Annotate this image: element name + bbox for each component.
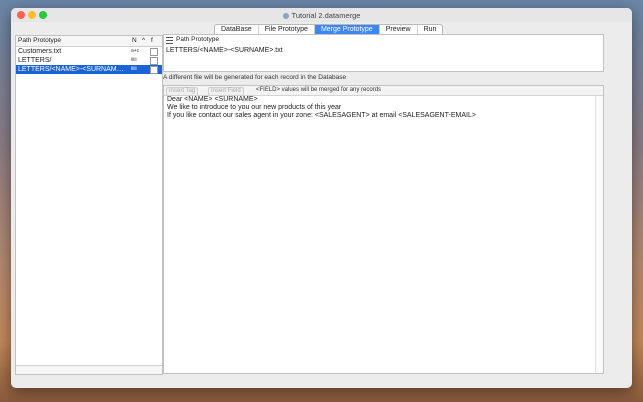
list-item-name: LETTERS/ <box>18 57 52 64</box>
editor-toolbar: Insert Tag Insert Field <FIELD> values w… <box>164 86 603 96</box>
editor-line[interactable]: We like to introduce to you our new prod… <box>164 104 603 112</box>
file-icon <box>150 48 158 56</box>
editor-scrollbar[interactable] <box>595 96 603 373</box>
list-icon[interactable] <box>166 37 173 44</box>
path-prototype-field[interactable]: Path Prototype LETTERS/<NAME>-<SURNAME>.… <box>163 34 604 72</box>
window-title-text: Tutorial 2.datamerge <box>291 11 361 20</box>
column-n-header[interactable]: N <box>132 37 137 44</box>
file-icon <box>150 66 158 74</box>
list-item-name: Customers.txt <box>18 48 62 55</box>
list-item[interactable]: Customers.txt a+c <box>16 47 162 56</box>
insert-field-popup[interactable]: Insert Field <box>208 87 244 96</box>
editor-line[interactable]: Dear <NAME> <SURNAME> <box>164 96 603 104</box>
list-item-n: a+c <box>131 48 140 54</box>
insert-tag-popup[interactable]: Insert Tag <box>166 87 199 96</box>
window-title: Tutorial 2.datamerge <box>11 11 632 20</box>
path-prototype-label: Path Prototype <box>176 36 219 43</box>
column-path-header[interactable]: Path Prototype <box>18 37 61 44</box>
editor-line[interactable]: If you like contact our sales agent in y… <box>164 112 603 120</box>
generation-note: A different file will be generated for e… <box>163 74 347 81</box>
list-item-n: iiiii <box>131 66 137 72</box>
list-item-n: iiiii <box>131 57 137 63</box>
list-footer <box>16 365 162 374</box>
list-item-name: LETTERS/<NAME>-<SURNAME>.... <box>18 66 128 73</box>
column-sort-header[interactable]: ^ <box>142 37 145 44</box>
list-header: Path Prototype N ^ f <box>16 36 162 47</box>
folder-icon <box>150 57 158 65</box>
merge-editor[interactable]: Insert Tag Insert Field <FIELD> values w… <box>163 85 604 374</box>
list-item[interactable]: LETTERS/<NAME>-<SURNAME>.... iiiii <box>16 65 162 74</box>
column-f-header[interactable]: f <box>151 37 153 44</box>
title-bar: Tutorial 2.datamerge <box>11 8 632 22</box>
list-item[interactable]: LETTERS/ iiiii <box>16 56 162 65</box>
path-prototype-list[interactable]: Path Prototype N ^ f Customers.txt a+c L… <box>15 35 163 375</box>
document-icon <box>282 13 289 19</box>
merge-note: <FIELD> values will be merged for any re… <box>256 87 382 93</box>
path-prototype-value[interactable]: LETTERS/<NAME>-<SURNAME>.txt <box>166 47 283 54</box>
